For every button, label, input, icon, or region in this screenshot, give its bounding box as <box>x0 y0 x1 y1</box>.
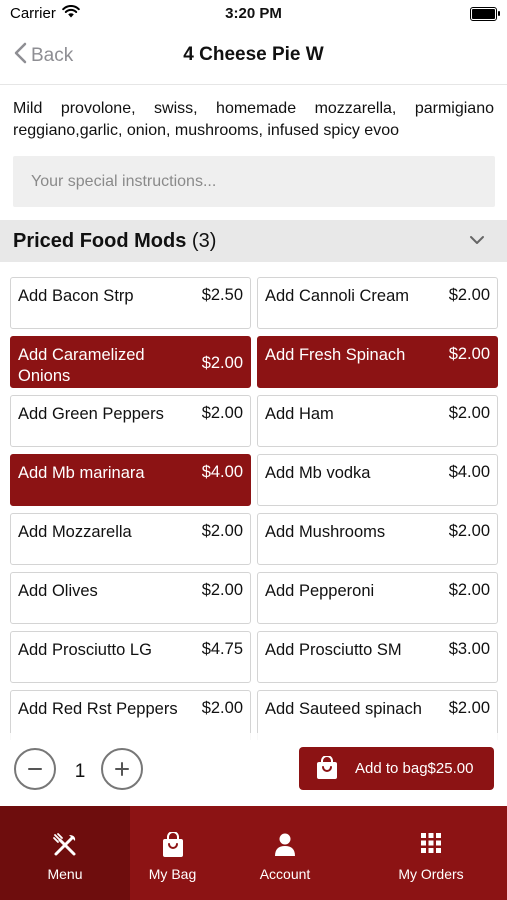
battery-icon <box>470 7 500 21</box>
mod-option[interactable]: Add Prosciutto SM $3.00 <box>257 631 498 683</box>
chevron-down-icon[interactable] <box>469 232 485 250</box>
mod-name: Add Bacon Strp <box>18 287 134 305</box>
add-to-bag-button[interactable]: Add to bag$25.00 <box>299 747 494 790</box>
mod-option[interactable]: Add Mb vodka $4.00 <box>257 454 498 506</box>
plus-icon <box>115 762 129 776</box>
tab-my-bag-label: My Bag <box>148 866 197 882</box>
section-count: (3) <box>191 230 217 252</box>
quantity-value: 1 <box>74 761 86 782</box>
add-to-bag-label: Add to bag$25.00 <box>355 760 474 777</box>
mod-price: $4.00 <box>201 463 243 481</box>
mod-price: $4.00 <box>448 463 490 481</box>
mod-option[interactable]: Add Cannoli Cream $2.00 <box>257 277 498 329</box>
mods-section-header[interactable]: Priced Food Mods (3) <box>0 220 507 262</box>
mod-option[interactable]: Add Bacon Strp $2.50 <box>10 277 251 329</box>
tab-bar: Menu My Bag Account My Orders <box>0 806 507 900</box>
increase-quantity-button[interactable] <box>101 748 143 790</box>
clock: 3:20 PM <box>225 5 282 22</box>
mod-price: $2.00 <box>448 522 490 540</box>
item-description: Mild provolone, swiss, homemade mozzarel… <box>13 100 494 139</box>
tab-my-bag[interactable]: My Bag <box>130 806 215 900</box>
mod-price: $2.00 <box>448 345 490 363</box>
mod-price: $2.00 <box>201 522 243 540</box>
tab-my-orders-label: My Orders <box>398 866 464 882</box>
mod-option[interactable]: Add Mushrooms $2.00 <box>257 513 498 565</box>
mod-option[interactable]: Add Mb marinara $4.00 <box>10 454 251 506</box>
mod-option[interactable]: Add Fresh Spinach $2.00 <box>257 336 498 388</box>
mod-name: Add Prosciutto LG <box>18 641 152 659</box>
grid-icon <box>420 832 442 859</box>
mod-price: $2.00 <box>448 699 490 717</box>
mod-option[interactable]: Add Prosciutto LG $4.75 <box>10 631 251 683</box>
fork-knife-icon <box>52 832 78 863</box>
mod-name: Add Prosciutto SM <box>265 641 402 659</box>
mod-price: $2.00 <box>448 581 490 599</box>
mod-option[interactable]: Add Ham $2.00 <box>257 395 498 447</box>
minus-icon <box>28 768 42 770</box>
person-icon <box>273 832 297 863</box>
mod-price: $2.00 <box>201 404 243 422</box>
tab-account[interactable]: Account <box>215 806 355 900</box>
tab-account-label: Account <box>259 866 311 882</box>
mod-option[interactable]: Add Mozzarella $2.00 <box>10 513 251 565</box>
tab-menu[interactable]: Menu <box>0 806 130 900</box>
section-title-label: Priced Food Mods <box>13 230 187 252</box>
mod-price: $2.00 <box>201 581 243 599</box>
mod-option[interactable]: Add Green Peppers $2.00 <box>10 395 251 447</box>
mod-name: Add Red Rst Peppers <box>18 700 178 718</box>
mod-price: $2.50 <box>201 286 243 304</box>
mod-price: $2.00 <box>448 404 490 422</box>
mod-name: Add Mb vodka <box>265 464 371 482</box>
mod-price: $2.00 <box>201 354 243 372</box>
mods-grid: Add Bacon Strp $2.50 Add Cannoli Cream $2.0… <box>0 270 507 740</box>
navigation-bar: Back 4 Cheese Pie W <box>0 28 507 85</box>
mod-name: Add Mushrooms <box>265 523 386 541</box>
mod-price: $2.00 <box>201 699 243 717</box>
mod-name: Add Ham <box>265 405 334 423</box>
mod-price: $3.00 <box>448 640 490 658</box>
mod-option[interactable]: Add Olives $2.00 <box>10 572 251 624</box>
mod-name: Add Caramelized Onions <box>18 346 145 385</box>
mod-name: Add Fresh Spinach <box>265 346 406 364</box>
mod-option[interactable]: Add Pepperoni $2.00 <box>257 572 498 624</box>
shopping-bag-icon <box>161 831 185 863</box>
mod-price: $4.75 <box>201 640 243 658</box>
mod-name: Add Mozzarella <box>18 523 132 541</box>
mod-name: Add Olives <box>18 582 98 600</box>
special-instructions-input[interactable] <box>13 156 495 207</box>
mod-name: Add Mb marinara <box>18 464 145 482</box>
decrease-quantity-button[interactable] <box>14 748 56 790</box>
tab-menu-label: Menu <box>47 866 83 882</box>
tab-my-orders[interactable]: My Orders <box>355 806 507 900</box>
mod-option[interactable]: Add Caramelized Onions $2.00 <box>10 336 251 388</box>
mod-name: Add Green Peppers <box>18 405 164 423</box>
mod-name: Add Sauteed spinach <box>265 700 422 718</box>
page-title: 4 Cheese Pie W <box>183 44 324 65</box>
section-title: Priced Food Mods (3) <box>13 230 216 253</box>
mod-name: Add Pepperoni <box>265 582 375 600</box>
status-bar: Carrier 3:20 PM <box>0 0 507 28</box>
shopping-bag-icon <box>316 755 338 785</box>
mod-price: $2.00 <box>448 286 490 304</box>
mod-name: Add Cannoli Cream <box>265 287 409 305</box>
